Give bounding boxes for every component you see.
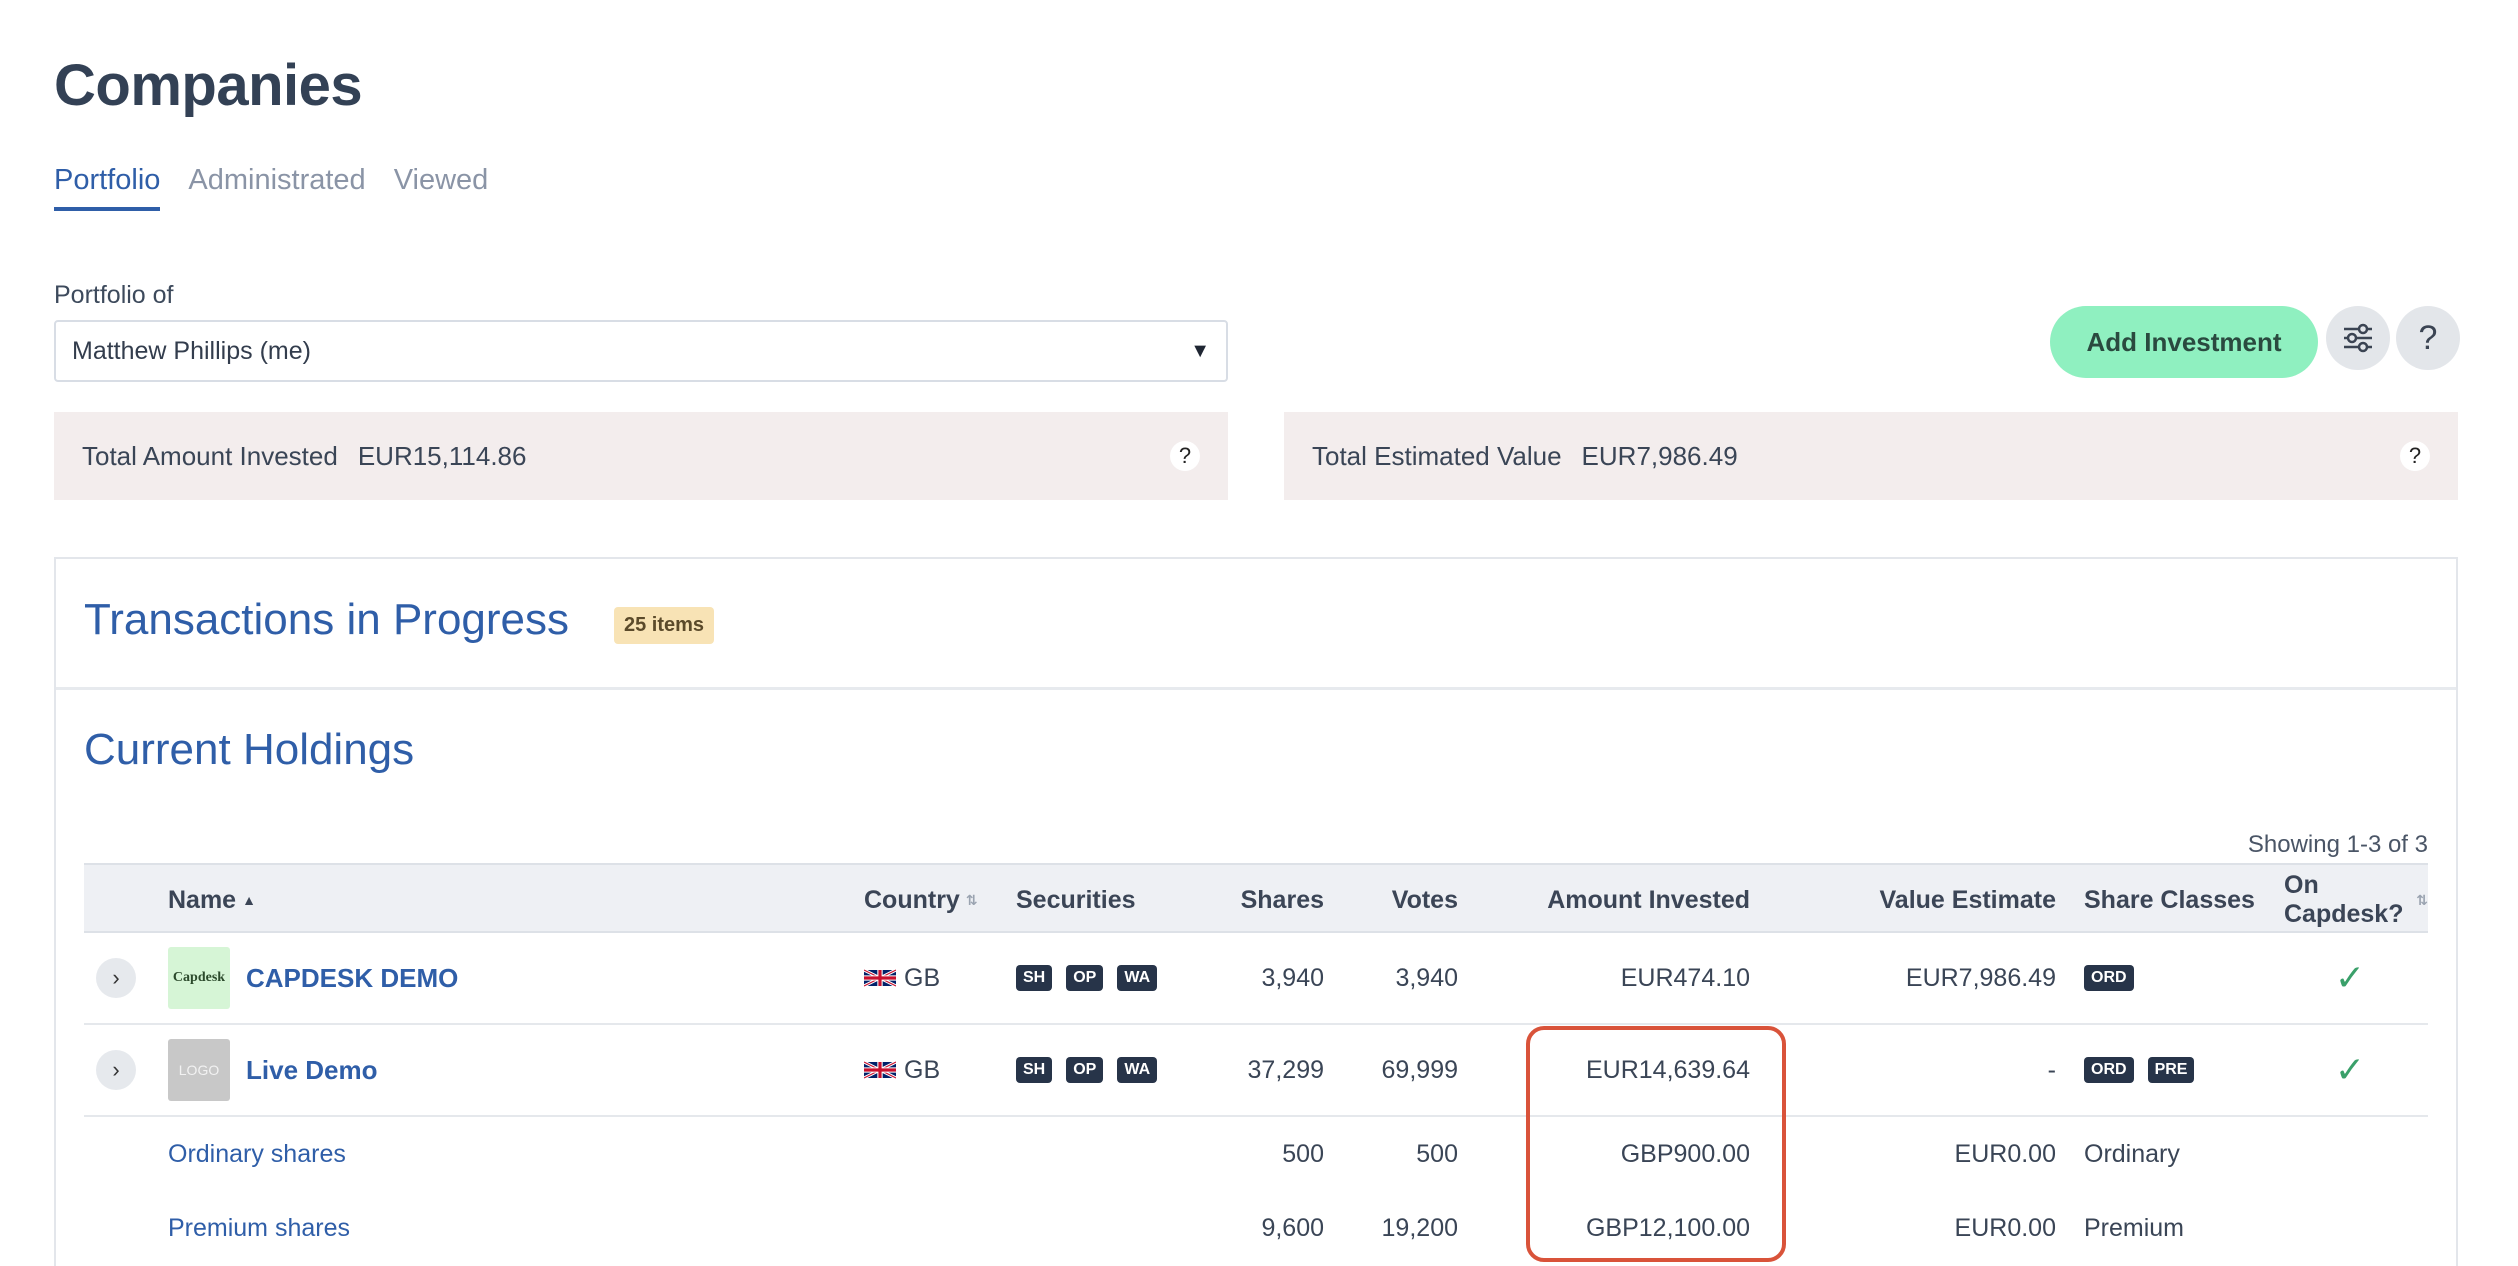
table-row[interactable]: › LOGO Live Demo GB SH OP WA 37,299 69,9… (84, 1025, 2428, 1117)
holdings-title: Current Holdings (84, 725, 415, 774)
divider (56, 687, 2456, 690)
amount-invested-value: GBP900.00 (1620, 1139, 1750, 1168)
column-on-capdesk[interactable]: On Capdesk? ⇅ (2284, 865, 2428, 935)
share-class-link[interactable]: Premium shares (168, 1191, 350, 1265)
filters-button[interactable] (2326, 306, 2390, 370)
tab-administrated[interactable]: Administrated (188, 164, 365, 211)
page-title: Companies (54, 53, 363, 118)
value-estimate-value: - (2047, 1055, 2056, 1084)
chevron-right-icon[interactable]: › (96, 958, 136, 998)
chevron-right-icon[interactable]: › (96, 1050, 136, 1090)
column-name-label: Name (168, 885, 237, 914)
company-logo: LOGO (168, 1039, 230, 1101)
security-tag: WA (1117, 1057, 1158, 1083)
checkmark-icon: ✓ (2334, 1049, 2366, 1090)
sort-icon: ⇅ (2416, 891, 2428, 908)
share-class-row: Premium shares 9,600 19,200 GBP12,100.00… (84, 1191, 2428, 1265)
shares-value: 500 (1282, 1139, 1324, 1168)
help-icon[interactable]: ? (1170, 441, 1200, 471)
caret-down-icon: ▼ (1190, 339, 1210, 362)
security-tag: SH (1016, 1057, 1053, 1083)
company-name-link[interactable]: CAPDESK DEMO (246, 963, 458, 994)
votes-value: 69,999 (1381, 1055, 1458, 1084)
shares-value: 37,299 (1247, 1055, 1324, 1084)
uk-flag-icon (864, 1060, 896, 1080)
portfolio-of-label: Portfolio of (54, 281, 174, 309)
column-on-capdesk-label: On Capdesk? (2284, 871, 2404, 928)
security-tag: OP (1066, 965, 1104, 991)
column-country-label: Country (864, 885, 960, 914)
column-securities: Securities (1016, 885, 1136, 914)
sort-icon: ⇅ (965, 891, 978, 908)
company-name-link[interactable]: Live Demo (246, 1055, 378, 1086)
pagination-info: Showing 1-3 of 3 (2247, 831, 2428, 858)
total-invested-value: EUR15,114.86 (357, 440, 527, 471)
tab-portfolio[interactable]: Portfolio (54, 164, 161, 211)
share-class-row: Ordinary shares 500 500 GBP900.00 EUR0.0… (84, 1117, 2428, 1191)
portfolio-select-value: Matthew Phillips (me) (72, 336, 311, 365)
column-value-estimate: Value Estimate (1879, 885, 2056, 914)
amount-invested-value: EUR14,639.64 (1585, 1055, 1750, 1084)
shares-value: 3,940 (1261, 963, 1324, 992)
votes-value: 19,200 (1381, 1213, 1458, 1242)
value-estimate-value: EUR0.00 (1954, 1213, 2056, 1242)
total-estimated-value: EUR7,986.49 (1581, 440, 1738, 471)
holdings-panel: Transactions in Progress 25 items Curren… (54, 557, 2458, 1266)
portfolio-select[interactable]: Matthew Phillips (me) ▼ (54, 320, 1228, 382)
country-code: GB (904, 1055, 941, 1084)
sort-asc-icon: ▲ (242, 892, 256, 908)
column-shares: Shares (1240, 885, 1324, 914)
transactions-title[interactable]: Transactions in Progress (84, 595, 569, 645)
total-estimated-label: Total Estimated Value (1312, 440, 1562, 471)
share-class-name: Ordinary (2084, 1139, 2180, 1168)
column-votes: Votes (1391, 885, 1458, 914)
share-class-link[interactable]: Ordinary shares (168, 1117, 346, 1191)
value-estimate-value: EUR0.00 (1954, 1139, 2056, 1168)
share-class-name: Premium (2084, 1213, 2185, 1242)
add-investment-button[interactable]: Add Investment (2050, 306, 2318, 378)
amount-invested-value: EUR474.10 (1620, 963, 1750, 992)
security-tag: SH (1016, 965, 1053, 991)
security-tag: WA (1117, 965, 1158, 991)
column-country[interactable]: Country ⇅ (864, 865, 978, 935)
column-amount-invested: Amount Invested (1547, 885, 1750, 914)
column-share-classes: Share Classes (2084, 885, 2255, 914)
checkmark-icon: ✓ (2334, 957, 2366, 998)
security-tag: OP (1066, 1057, 1104, 1083)
shares-value: 9,600 (1261, 1213, 1324, 1242)
country-code: GB (904, 963, 941, 992)
votes-value: 3,940 (1395, 963, 1458, 992)
amount-invested-value: GBP12,100.00 (1585, 1213, 1750, 1242)
column-name[interactable]: Name ▲ (168, 865, 256, 935)
total-estimated-card: Total Estimated Value EUR7,986.49 ? (1284, 412, 2458, 500)
uk-flag-icon (864, 968, 896, 988)
sliders-icon (2344, 323, 2372, 353)
total-invested-label: Total Amount Invested (82, 440, 338, 471)
help-icon[interactable]: ? (2400, 441, 2430, 471)
company-logo: Capdesk (168, 947, 230, 1009)
votes-value: 500 (1416, 1139, 1458, 1168)
share-class-tag: ORD (2084, 965, 2134, 991)
transactions-count-badge: 25 items (614, 607, 715, 644)
table-header: Name ▲ Country ⇅ Securities Shares Votes A… (84, 863, 2428, 933)
value-estimate-value: EUR7,986.49 (1905, 963, 2056, 992)
tab-viewed[interactable]: Viewed (394, 164, 489, 211)
total-invested-card: Total Amount Invested EUR15,114.86 ? (54, 412, 1228, 500)
holdings-table: Name ▲ Country ⇅ Securities Shares Votes A… (84, 863, 2428, 1265)
share-class-tag: PRE (2147, 1057, 2195, 1083)
help-button[interactable]: ? (2396, 306, 2460, 370)
share-class-tag: ORD (2084, 1057, 2134, 1083)
table-row[interactable]: › Capdesk CAPDESK DEMO GB SH OP WA 3,940… (84, 933, 2428, 1025)
tab-bar: Portfolio Administrated Viewed (54, 164, 488, 211)
